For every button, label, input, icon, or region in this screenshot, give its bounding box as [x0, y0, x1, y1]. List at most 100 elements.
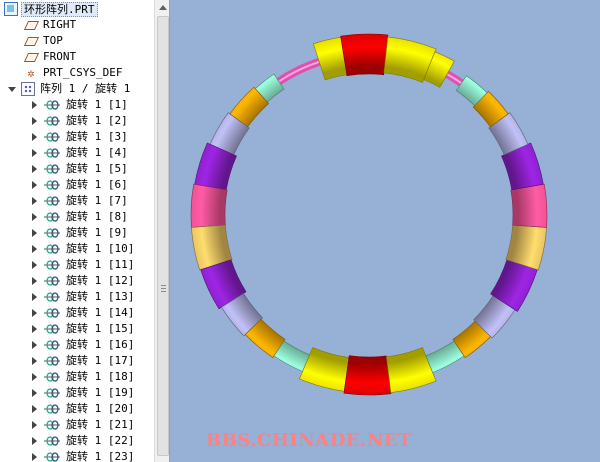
- tree-item-revolve[interactable]: 旋转 1 [3]: [30, 129, 130, 145]
- tree-item-revolve[interactable]: 旋转 1 [22]: [30, 433, 136, 449]
- scrollbar-thumb[interactable]: [157, 16, 169, 456]
- tree-item-revolve[interactable]: 旋转 1 [14]: [30, 305, 136, 321]
- tree-item-revolve[interactable]: 旋转 1 [15]: [30, 321, 136, 337]
- tree-item-label: 旋转 1 [11]: [66, 258, 135, 271]
- tree-item-revolve[interactable]: 旋转 1 [11]: [30, 257, 136, 273]
- expand-arrow-icon[interactable]: [30, 225, 39, 241]
- tree-root-part[interactable]: 环形阵列.PRT: [4, 1, 98, 17]
- tree-item-label: 旋转 1 [10]: [66, 242, 135, 255]
- revolve-feature-icon: [43, 386, 61, 400]
- tree-item-label: 环形阵列.PRT: [21, 1, 98, 17]
- revolve-feature-icon: [43, 290, 61, 304]
- tree-item-revolve[interactable]: 旋转 1 [2]: [30, 113, 130, 129]
- tree-item-revolve[interactable]: 旋转 1 [16]: [30, 337, 136, 353]
- revolve-feature-icon: [43, 274, 61, 288]
- expand-arrow-icon[interactable]: [30, 337, 39, 353]
- tree-item-label: 旋转 1 [13]: [66, 290, 135, 303]
- datum-plane-icon: [24, 34, 38, 48]
- ring-segment: [343, 355, 392, 396]
- expand-arrow-icon[interactable]: [30, 273, 39, 289]
- revolve-feature-icon: [43, 162, 61, 176]
- expand-arrow-icon[interactable]: [30, 113, 39, 129]
- expand-arrow-icon[interactable]: [30, 257, 39, 273]
- tree-item-revolve[interactable]: 旋转 1 [4]: [30, 145, 130, 161]
- watermark-text: BBS.CHINADE.NET: [206, 430, 412, 451]
- datum-plane-icon: [24, 50, 38, 64]
- tree-item-revolve[interactable]: 旋转 1 [1]: [30, 97, 130, 113]
- tree-item-revolve[interactable]: 旋转 1 [18]: [30, 369, 136, 385]
- tree-item-revolve[interactable]: 旋转 1 [20]: [30, 401, 136, 417]
- expand-arrow-icon[interactable]: [30, 145, 39, 161]
- expand-arrow-icon[interactable]: [30, 353, 39, 369]
- expand-arrow-icon[interactable]: [30, 241, 39, 257]
- tree-item-datum[interactable]: FRONT: [24, 49, 78, 65]
- ring-segment: [510, 183, 548, 228]
- tree-item-revolve[interactable]: 旋转 1 [21]: [30, 417, 136, 433]
- tree-item-label: 旋转 1 [6]: [66, 178, 128, 191]
- revolve-feature-icon: [43, 354, 61, 368]
- expand-arrow-icon[interactable]: [30, 417, 39, 433]
- tree-item-revolve[interactable]: 旋转 1 [7]: [30, 193, 130, 209]
- collapse-arrow-icon[interactable]: [8, 81, 17, 97]
- revolve-feature-icon: [43, 418, 61, 432]
- model-tree: 环形阵列.PRT RIGHT TOP FRONT ✲ PRT_CSYS_DEF 阵列 1 /…: [0, 0, 154, 462]
- tree-item-revolve[interactable]: 旋转 1 [19]: [30, 385, 136, 401]
- tree-item-revolve[interactable]: 旋转 1 [9]: [30, 225, 130, 241]
- graphics-viewport[interactable]: BBS.CHINADE.NET: [170, 0, 600, 462]
- tree-scrollbar[interactable]: [154, 0, 169, 462]
- expand-arrow-icon[interactable]: [30, 385, 39, 401]
- expand-arrow-icon[interactable]: [30, 97, 39, 113]
- expand-arrow-icon[interactable]: [30, 305, 39, 321]
- expand-arrow-icon[interactable]: [30, 177, 39, 193]
- tree-item-label: 旋转 1 [18]: [66, 370, 135, 383]
- tree-item-pattern[interactable]: 阵列 1 / 旋转 1: [8, 81, 132, 97]
- expand-arrow-icon[interactable]: [30, 449, 39, 462]
- ring-pattern-model: [190, 33, 548, 396]
- tree-item-datum[interactable]: ✲ PRT_CSYS_DEF: [24, 65, 124, 81]
- expand-arrow-icon[interactable]: [30, 369, 39, 385]
- tree-item-datum[interactable]: TOP: [24, 33, 65, 49]
- tree-item-revolve[interactable]: 旋转 1 [13]: [30, 289, 136, 305]
- expand-arrow-icon[interactable]: [30, 433, 39, 449]
- expand-arrow-icon[interactable]: [30, 401, 39, 417]
- tree-item-datum[interactable]: RIGHT: [24, 17, 78, 33]
- tree-item-label: 阵列 1 / 旋转 1: [40, 82, 131, 95]
- revolve-feature-icon: [43, 242, 61, 256]
- expand-arrow-icon[interactable]: [30, 193, 39, 209]
- tree-item-label: 旋转 1 [22]: [66, 434, 135, 447]
- expand-arrow-icon[interactable]: [30, 209, 39, 225]
- tree-item-label: 旋转 1 [19]: [66, 386, 135, 399]
- ring-segment: [340, 33, 389, 77]
- tree-item-label: RIGHT: [43, 18, 77, 31]
- expand-arrow-icon[interactable]: [30, 289, 39, 305]
- revolve-feature-icon: [43, 434, 61, 448]
- revolve-feature-icon: [43, 306, 61, 320]
- expand-arrow-icon[interactable]: [30, 129, 39, 145]
- tree-item-revolve[interactable]: 旋转 1 [6]: [30, 177, 130, 193]
- tree-item-revolve[interactable]: 旋转 1 [8]: [30, 209, 130, 225]
- tree-item-revolve[interactable]: 旋转 1 [23]: [30, 449, 136, 462]
- revolve-feature-icon: [43, 450, 61, 462]
- revolve-feature-icon: [43, 226, 61, 240]
- revolve-feature-icon: [43, 370, 61, 384]
- revolve-feature-icon: [43, 146, 61, 160]
- tree-item-revolve[interactable]: 旋转 1 [17]: [30, 353, 136, 369]
- revolve-feature-icon: [43, 402, 61, 416]
- tree-item-revolve[interactable]: 旋转 1 [12]: [30, 273, 136, 289]
- csys-icon: ✲: [27, 66, 35, 80]
- expand-arrow-icon[interactable]: [30, 161, 39, 177]
- scroll-up-arrow-icon[interactable]: [155, 0, 169, 16]
- tree-item-label: 旋转 1 [1]: [66, 98, 128, 111]
- tree-item-label: 旋转 1 [20]: [66, 402, 135, 415]
- tree-item-label: FRONT: [43, 50, 77, 63]
- expand-arrow-icon[interactable]: [30, 321, 39, 337]
- part-icon: [4, 2, 18, 16]
- revolve-feature-icon: [43, 194, 61, 208]
- tree-item-revolve[interactable]: 旋转 1 [10]: [30, 241, 136, 257]
- revolve-feature-icon: [43, 210, 61, 224]
- tree-item-revolve[interactable]: 旋转 1 [5]: [30, 161, 130, 177]
- revolve-feature-icon: [43, 322, 61, 336]
- ring-segment: [190, 183, 228, 228]
- ring-segment: [386, 347, 437, 394]
- scrollbar-grip-icon: [161, 285, 166, 293]
